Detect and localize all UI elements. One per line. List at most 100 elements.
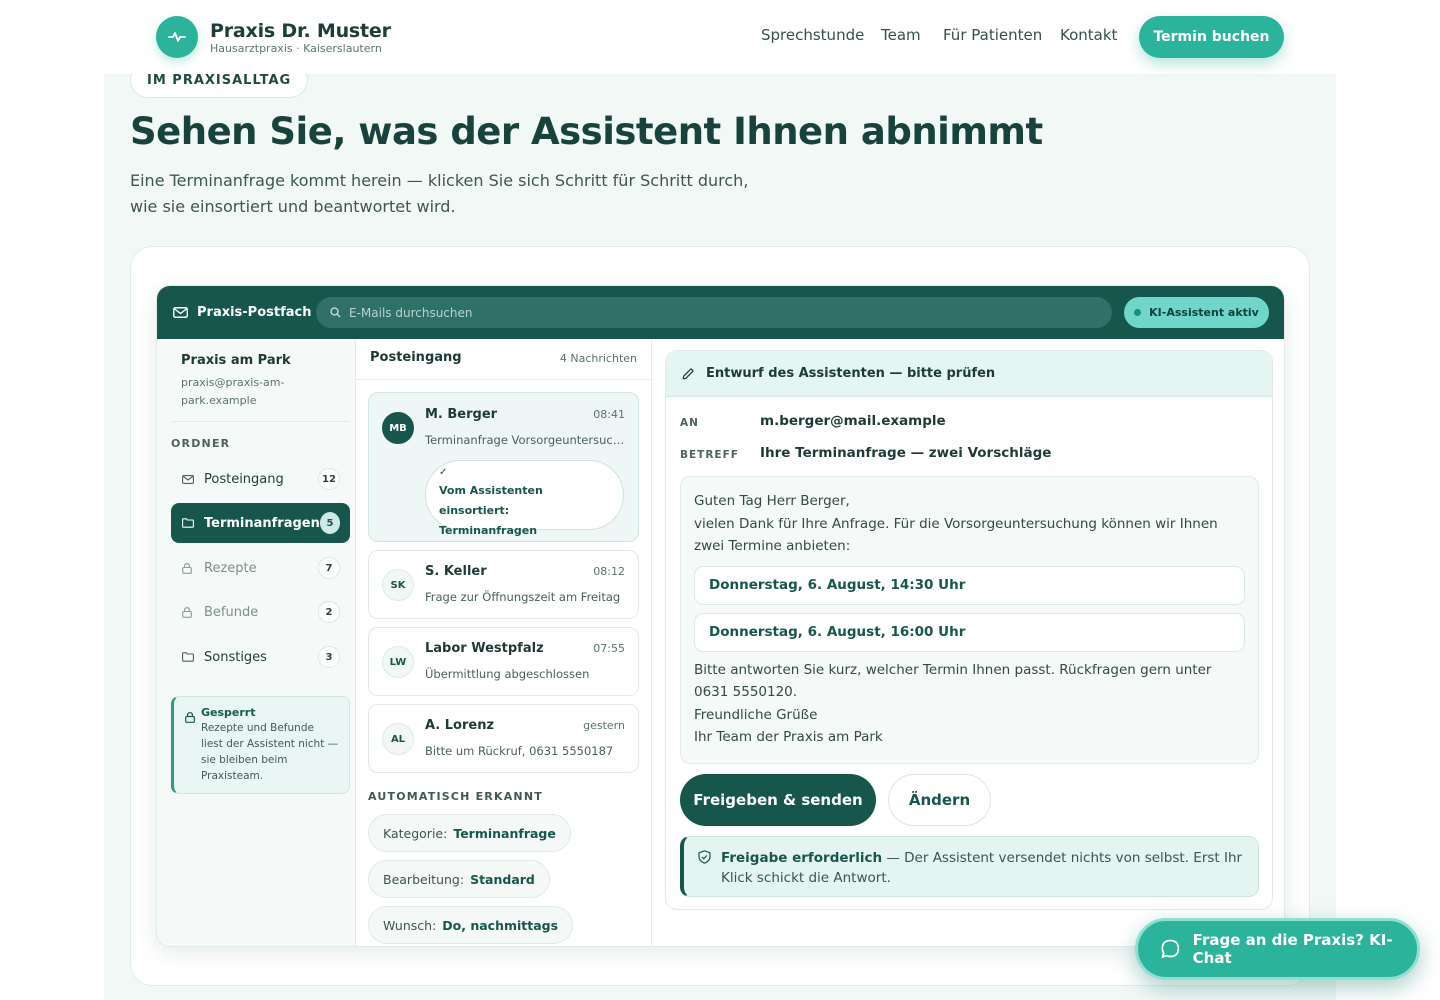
folder-icon (182, 517, 194, 529)
brand-subtitle: Hausarztpraxis · Kaiserslautern (210, 41, 382, 55)
draft-header: Entwurf des Assistenten — bitte prüfen (666, 351, 1272, 397)
locked-folders-note: Gesperrt Rezepte und Befunde liest der A… (171, 696, 350, 794)
book-appointment-button[interactable]: Termin buchen (1139, 16, 1284, 58)
pencil-icon (682, 367, 694, 379)
search-icon (330, 307, 341, 318)
list-title: Posteingang (370, 350, 462, 365)
message-subject: Terminanfrage Vorsorgeuntersuchung (425, 433, 629, 447)
lock-note-text: Rezepte und Befunde liest der Assistent … (201, 722, 339, 782)
mail-app-title: Praxis-Postfach (197, 305, 312, 320)
draft-panel: Entwurf des Assistenten — bitte prüfen A… (665, 350, 1273, 910)
draft-intro: vielen Dank für Ihre Anfrage. Für die Vo… (694, 515, 1218, 555)
message-subject: Bitte um Rückruf, 0631 5550187 (425, 744, 614, 758)
message-time: gestern (583, 719, 625, 732)
nav-link-team[interactable]: Team (881, 26, 921, 44)
shield-check-icon (698, 849, 711, 896)
check-icon: ✓ (439, 467, 448, 478)
nav-link-patienten[interactable]: Für Patienten (943, 26, 1042, 44)
detected-chip-category: Kategorie: Terminanfrage (368, 814, 571, 852)
chip-value: Do, nachmittags (442, 917, 559, 933)
message-list: Posteingang 4 Nachrichten MB M. Berger 0… (356, 339, 652, 946)
message-time: 08:41 (593, 408, 625, 421)
heartbeat-icon (156, 16, 198, 58)
mail-app: Praxis-Postfach KI-Assistent aktiv Praxi… (156, 285, 1285, 947)
message-time: 07:55 (593, 642, 625, 655)
folder-label: Befunde (204, 604, 259, 620)
approval-notice: Freigabe erforderlich — Der Assistent ve… (680, 836, 1259, 897)
avatar: SK (382, 569, 414, 601)
message-sender: A. Lorenz (425, 718, 495, 733)
section-lead: Eine Terminanfrage kommt herein — klicke… (130, 171, 749, 216)
folder-rezepte[interactable]: Rezepte 7 (171, 548, 350, 588)
section-headline: Sehen Sie, was der Assistent Ihnen abnim… (130, 110, 1043, 153)
lock-icon (182, 562, 194, 574)
message-time: 08:12 (593, 565, 625, 578)
site-header: Praxis Dr. Muster Hausarztpraxis · Kaise… (0, 0, 1440, 74)
to-label: AN (680, 417, 699, 429)
folder-icon (182, 651, 194, 663)
chat-bubble-icon (1161, 939, 1180, 958)
list-count: 4 Nachrichten (559, 352, 637, 365)
approve-send-button[interactable]: Freigeben & senden (680, 774, 876, 826)
message-subject: Übermittlung abgeschlossen (425, 667, 590, 681)
lock-icon (182, 606, 194, 618)
message-item[interactable]: SK S. Keller 08:12 Frage zur Öffnungszei… (368, 550, 639, 619)
message-item[interactable]: MB M. Berger 08:41 Terminanfrage Vorsorg… (368, 392, 639, 542)
folder-label: Sonstiges (204, 649, 267, 665)
folder-count-badge: 3 (318, 646, 340, 668)
message-sender: M. Berger (425, 407, 498, 422)
draft-outro: Bitte antworten Sie kurz, welcher Termin… (694, 661, 1212, 701)
chip-key: Wunsch: (383, 917, 437, 933)
account-name: Praxis am Park (181, 353, 291, 368)
draft-body[interactable]: Guten Tag Herr Berger, vielen Dank für I… (680, 476, 1259, 764)
appointment-slot[interactable]: Donnerstag, 6. August, 16:00 Uhr (694, 612, 1245, 652)
status-dot-icon (1134, 309, 1142, 316)
ai-chat-button[interactable]: Frage an die Praxis? KI-Chat (1135, 918, 1420, 980)
folder-befunde[interactable]: Befunde 2 (171, 592, 350, 632)
mail-app-bar: Praxis-Postfach KI-Assistent aktiv (157, 286, 1284, 339)
mail-icon (182, 473, 194, 485)
ai-status-badge: KI-Assistent aktiv (1124, 297, 1269, 328)
message-list-header: Posteingang 4 Nachrichten (356, 339, 651, 380)
appointment-slot[interactable]: Donnerstag, 6. August, 14:30 Uhr (694, 565, 1245, 605)
folder-terminanfragen[interactable]: Terminanfragen 5 (171, 503, 350, 543)
message-item[interactable]: AL A. Lorenz gestern Bitte um Rückruf, 0… (368, 704, 639, 773)
nav-link-kontakt[interactable]: Kontakt (1060, 26, 1117, 44)
lock-note-title: Gesperrt (201, 706, 256, 719)
folder-label: Rezepte (204, 560, 257, 576)
demo-section: IM PRAXISALLTAG Sehen Sie, was der Assis… (104, 62, 1336, 1000)
edit-button[interactable]: Ändern (888, 774, 991, 826)
avatar: AL (382, 723, 414, 755)
folder-sonstiges[interactable]: Sonstiges 3 (171, 637, 350, 677)
nav-link-sprechstunde[interactable]: Sprechstunde (761, 26, 864, 44)
detected-chip-wish: Wunsch: Do, nachmittags (368, 906, 574, 944)
folder-count-badge: 12 (318, 468, 340, 490)
draft-closing: Freundliche Grüße (694, 706, 818, 723)
folder-posteingang[interactable]: Posteingang 12 (171, 459, 350, 499)
message-sender: Labor Westpfalz (425, 641, 544, 656)
avatar: MB (382, 412, 414, 444)
subject-label: BETREFF (680, 449, 739, 461)
folder-count-badge: 5 (319, 512, 340, 534)
account-email: praxis@praxis-am-park.example (181, 376, 285, 407)
chat-label: Frage an die Praxis? KI-Chat (1192, 931, 1393, 967)
ai-status-label: KI-Assistent aktiv (1149, 306, 1259, 319)
folder-count-badge: 2 (318, 601, 340, 623)
sorted-by-assistant-tag: ✓ Vom Assistenten einsortiert: Terminanf… (425, 460, 624, 537)
folders-heading: ORDNER (171, 437, 231, 450)
approval-title: Freigabe erforderlich (721, 850, 883, 866)
sorted-tag-text: Vom Assistenten einsortiert: Terminanfra… (439, 484, 543, 537)
folder-count-badge: 7 (318, 557, 340, 579)
folder-sidebar: Praxis am Park praxis@praxis-am-park.exa… (157, 339, 356, 946)
message-sender: S. Keller (425, 564, 487, 579)
draft-title: Entwurf des Assistenten — bitte prüfen (706, 366, 996, 381)
mail-search[interactable] (316, 297, 1112, 328)
demo-card: Praxis-Postfach KI-Assistent aktiv Praxi… (130, 246, 1310, 986)
chip-value: Standard (470, 871, 535, 887)
draft-greeting: Guten Tag Herr Berger, (694, 493, 850, 509)
subject-value: Ihre Terminanfrage — zwei Vorschläge (760, 445, 1052, 461)
mail-icon (173, 307, 188, 318)
brand[interactable]: Praxis Dr. Muster Hausarztpraxis · Kaise… (156, 16, 391, 58)
message-item[interactable]: LW Labor Westpfalz 07:55 Übermittlung ab… (368, 627, 639, 696)
search-input[interactable] (349, 305, 1049, 320)
